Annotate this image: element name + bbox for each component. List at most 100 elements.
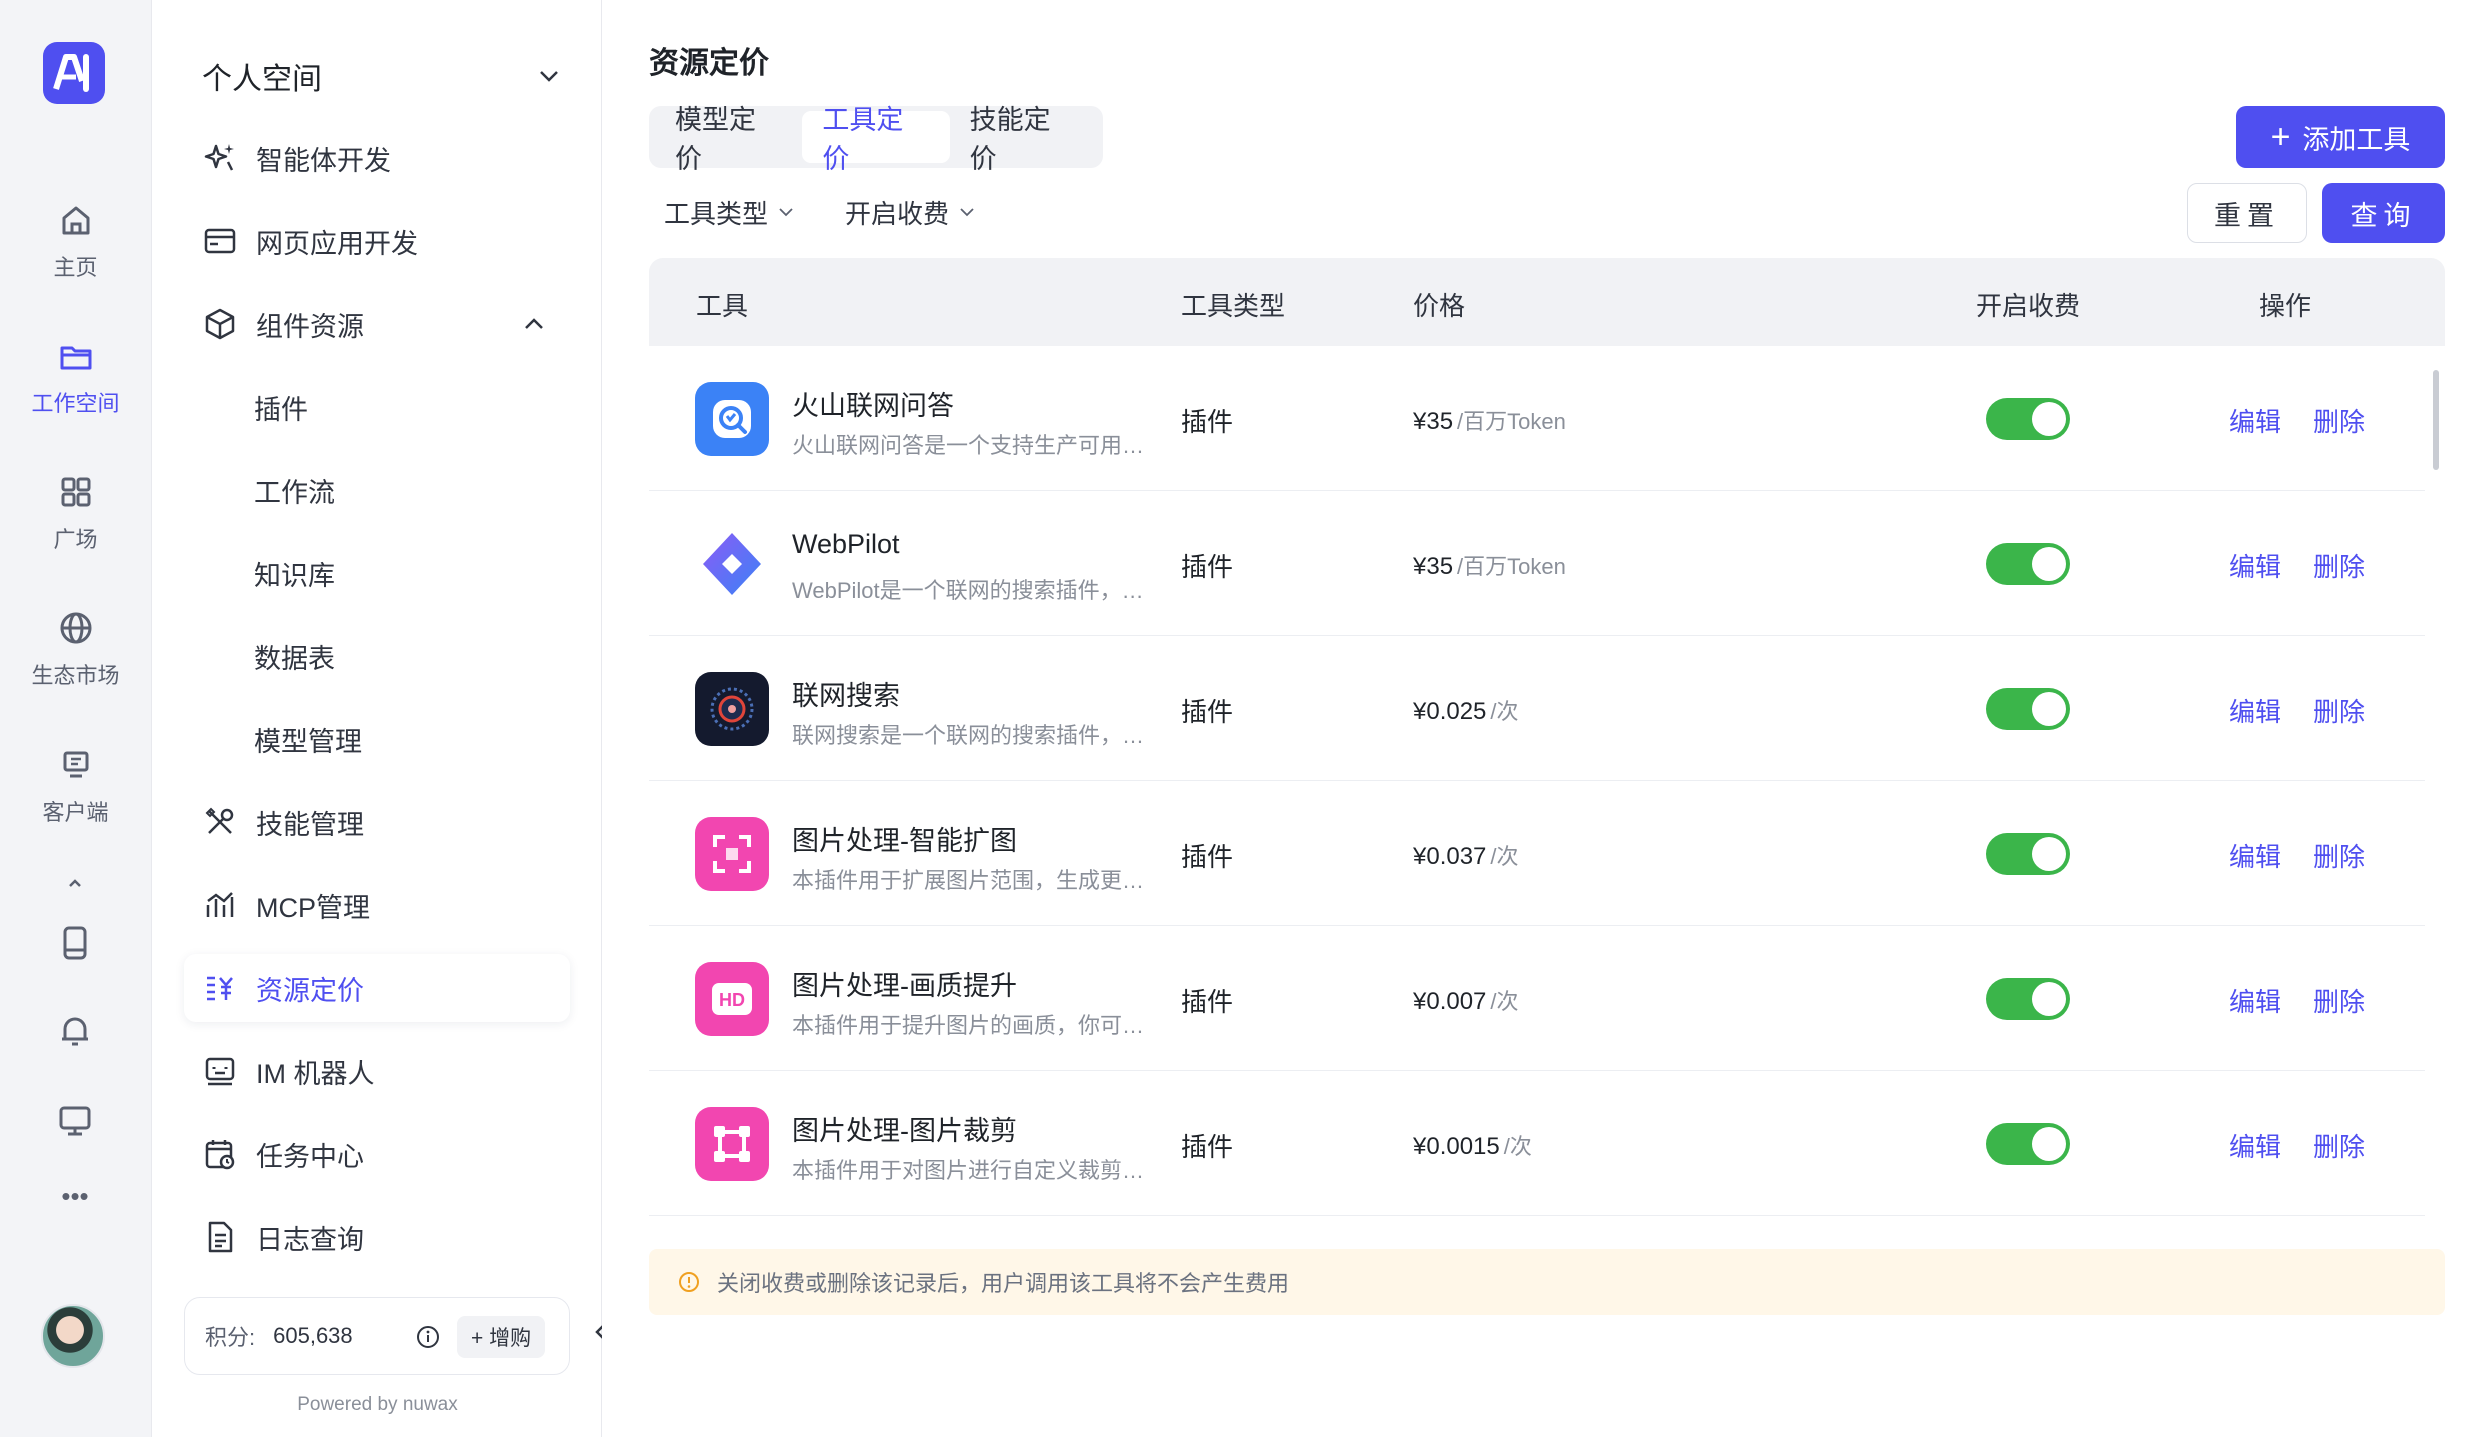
tool-name: 图片处理-智能扩图 xyxy=(792,826,1017,856)
bell-icon[interactable] xyxy=(54,1010,96,1052)
warning-info-icon xyxy=(679,1272,699,1292)
delete-button[interactable]: 删除 xyxy=(2313,547,2365,584)
scrollbar-thumb[interactable] xyxy=(2433,370,2439,470)
plus-icon: + xyxy=(2270,118,2291,156)
sidebar-item-label: 知识库 xyxy=(254,560,335,591)
sidebar-item-mcp[interactable]: MCP管理 xyxy=(184,871,570,939)
sidebar-item-label: IM 机器人 xyxy=(256,1058,375,1089)
filter-charge-enabled[interactable]: 开启收费 xyxy=(845,190,977,234)
tool-type: 插件 xyxy=(1181,697,1234,727)
chevron-down-icon xyxy=(960,208,974,217)
toggle-knob xyxy=(2032,982,2066,1016)
price-unit: /百万Token xyxy=(1457,409,1566,434)
image-crop-icon xyxy=(695,1107,769,1181)
svg-text:HD: HD xyxy=(719,990,745,1010)
credits-label: 积分: xyxy=(205,1325,256,1350)
price-value: ¥0.0015 xyxy=(1413,1133,1500,1160)
chevron-up-icon xyxy=(525,318,543,329)
chevron-up-icon[interactable] xyxy=(54,876,96,890)
edit-button[interactable]: 编辑 xyxy=(2229,837,2281,874)
sidebar-item-datatable[interactable]: 数据表 xyxy=(184,622,570,690)
edit-button[interactable]: 编辑 xyxy=(2229,692,2281,729)
sidebar-item-workflow[interactable]: 工作流 xyxy=(184,456,570,524)
edit-button[interactable]: 编辑 xyxy=(2229,1127,2281,1164)
edit-button[interactable]: 编辑 xyxy=(2229,982,2281,1019)
tool-price: ¥0.037/次 xyxy=(1413,839,1519,871)
left-rail: 主页 工作空间 广场 生态市场 客户端 ••• xyxy=(0,0,151,1437)
sidebar-item-skill-mgmt[interactable]: 技能管理 xyxy=(184,788,570,856)
tool-price: ¥0.007/次 xyxy=(1413,984,1519,1016)
edit-button[interactable]: 编辑 xyxy=(2229,547,2281,584)
table-row: 火山联网问答 火山联网问答是一个支持生产可用的联网问答插件 插件 ¥35/百万T… xyxy=(649,346,2425,491)
rail-item-workspace[interactable]: 工作空间 xyxy=(0,336,151,418)
webpilot-icon xyxy=(695,527,769,601)
query-button[interactable]: 查询 xyxy=(2322,183,2445,243)
sidebar-item-model-mgmt[interactable]: 模型管理 xyxy=(184,705,570,773)
sidebar-item-agent-dev[interactable]: 智能体开发 xyxy=(184,124,570,192)
delete-button[interactable]: 删除 xyxy=(2313,982,2365,1019)
reset-button[interactable]: 重置 xyxy=(2187,183,2307,243)
more-icon[interactable]: ••• xyxy=(54,1176,96,1216)
charge-toggle[interactable] xyxy=(1986,543,2070,585)
rail-item-square[interactable]: 广场 xyxy=(0,472,151,554)
rail-item-market[interactable]: 生态市场 xyxy=(0,608,151,690)
charge-toggle[interactable] xyxy=(1986,1123,2070,1165)
table-row-partial xyxy=(649,1216,2425,1238)
delete-button[interactable]: 删除 xyxy=(2313,837,2365,874)
tab-tool-pricing[interactable]: 工具定价 xyxy=(802,105,950,174)
document-icon xyxy=(208,1221,233,1253)
sidebar-item-pricing[interactable]: 资源定价 xyxy=(184,954,570,1022)
app-logo[interactable] xyxy=(43,42,105,104)
sidebar-item-knowledge[interactable]: 知识库 xyxy=(184,539,570,607)
sparkle-icon xyxy=(204,144,234,171)
sidebar-item-label: 技能管理 xyxy=(256,809,364,840)
browser-window-icon xyxy=(204,228,236,254)
delete-button[interactable]: 删除 xyxy=(2313,692,2365,729)
tool-type: 插件 xyxy=(1181,987,1234,1017)
table-row: HD 图片处理-画质提升 本插件用于提升图片的画质，你可以上传图片 插件 ¥0.… xyxy=(649,926,2425,1071)
sidebar-item-components[interactable]: 组件资源 xyxy=(184,290,570,358)
main-content: 资源定价 模型定价 工具定价 技能定价 + 添加工具 工具类型 开启收费 重置 … xyxy=(602,0,2474,1437)
delete-button[interactable]: 删除 xyxy=(2313,1127,2365,1164)
charge-toggle[interactable] xyxy=(1986,978,2070,1020)
tab-skill-pricing[interactable]: 技能定价 xyxy=(950,105,1097,174)
table-row: 图片处理-智能扩图 本插件用于扩展图片范围，生成更大尺寸的图片 插件 ¥0.03… xyxy=(649,781,2425,926)
tool-name: 图片处理-画质提升 xyxy=(792,971,1017,1001)
buy-credits-button[interactable]: + 增购 xyxy=(457,1316,546,1358)
sidebar-item-logs[interactable]: 日志查询 xyxy=(184,1203,570,1271)
workspace-switcher[interactable]: 个人空间 xyxy=(202,50,562,102)
avatar[interactable] xyxy=(41,1304,105,1368)
sidebar-item-label: 模型管理 xyxy=(254,726,362,757)
filter-tool-type[interactable]: 工具类型 xyxy=(664,190,796,234)
column-header-type: 工具类型 xyxy=(1181,291,1286,321)
monitor-icon[interactable] xyxy=(54,1100,96,1142)
edit-button[interactable]: 编辑 xyxy=(2229,402,2281,439)
book-icon[interactable] xyxy=(54,922,96,964)
table-scrollbar[interactable] xyxy=(2431,350,2441,1242)
add-tool-button[interactable]: + 添加工具 xyxy=(2236,106,2445,168)
sidebar-item-im-bot[interactable]: IM 机器人 xyxy=(184,1037,570,1105)
page-title: 资源定价 xyxy=(649,47,769,80)
notice-banner: 关闭收费或删除该记录后，用户调用该工具将不会产生费用 xyxy=(649,1249,2445,1315)
notice-text: 关闭收费或删除该记录后，用户调用该工具将不会产生费用 xyxy=(717,1271,1290,1296)
task-calendar-icon xyxy=(205,1140,235,1170)
table-row: WebPilot WebPilot是一个联网的搜索插件，支持网页浏览 插件 ¥3… xyxy=(649,491,2425,636)
delete-button[interactable]: 删除 xyxy=(2313,402,2365,439)
sidebar-item-task-center[interactable]: 任务中心 xyxy=(184,1120,570,1188)
charge-toggle[interactable] xyxy=(1986,833,2070,875)
sidebar-item-plugins[interactable]: 插件 xyxy=(184,373,570,441)
toggle-knob xyxy=(2032,1127,2066,1161)
tab-model-pricing[interactable]: 模型定价 xyxy=(655,105,802,174)
info-icon[interactable] xyxy=(415,1324,441,1350)
workspace-name: 个人空间 xyxy=(202,63,322,96)
charge-toggle[interactable] xyxy=(1986,398,2070,440)
sidebar: 个人空间 智能体开发 网页应用开发 组件资源 插件 工作流 知识库 数据表 模型… xyxy=(151,0,602,1437)
credits-value: 605,638 xyxy=(273,1323,353,1348)
sidebar-item-web-app-dev[interactable]: 网页应用开发 xyxy=(184,207,570,275)
rail-item-client[interactable]: 客户端 xyxy=(0,745,151,827)
tool-price: ¥0.025/次 xyxy=(1413,694,1519,726)
image-expand-icon xyxy=(695,817,769,891)
charge-toggle[interactable] xyxy=(1986,688,2070,730)
tool-name: WebPilot xyxy=(792,529,900,559)
rail-item-home[interactable]: 主页 xyxy=(0,200,151,282)
